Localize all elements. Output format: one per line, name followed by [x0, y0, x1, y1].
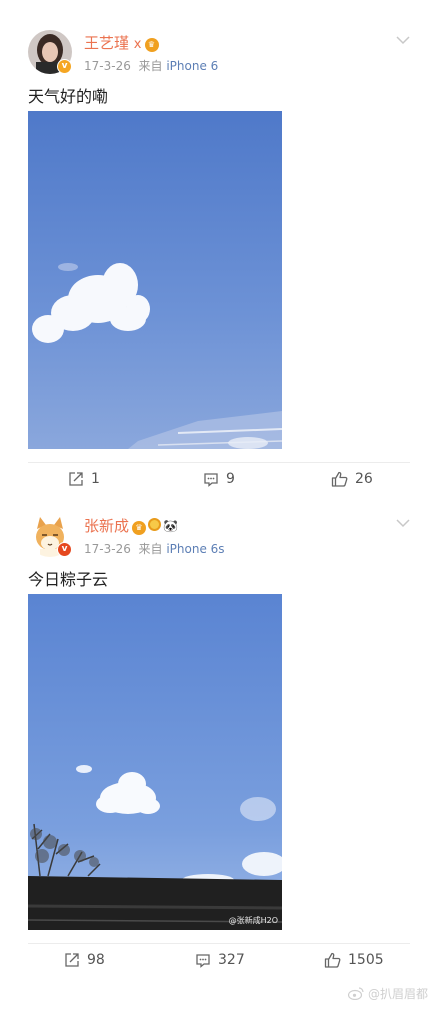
repost-icon — [69, 472, 83, 486]
comment-icon — [204, 473, 218, 487]
comment-button[interactable]: 9 — [203, 471, 235, 487]
post-text: 天气好的嘞 — [28, 87, 109, 106]
post-text: 今日粽子云 — [28, 570, 109, 589]
weibo-logo-icon — [347, 987, 364, 1000]
like-button[interactable]: 1505 — [324, 952, 384, 968]
like-count: 1505 — [348, 952, 384, 968]
action-bar: 1 9 26 — [28, 462, 410, 496]
username[interactable]: 王艺瑾 x ♛ — [84, 32, 159, 53]
repost-button[interactable]: 98 — [64, 952, 105, 968]
like-icon — [331, 471, 348, 487]
watermark-text: @扒眉眉都 — [367, 987, 428, 1001]
member-crown-icon: ♛ — [132, 521, 147, 535]
comment-button[interactable]: 327 — [195, 952, 245, 968]
weibo-post-1: v 王艺瑾 x ♛ 17-3-26 来自 iPhone 6 天气好的嘞 1 9 … — [0, 0, 440, 495]
chevron-down-icon[interactable] — [396, 518, 410, 528]
post-image[interactable]: @张新成H2O — [28, 594, 282, 930]
action-bar: 98 327 1505 — [28, 943, 410, 977]
comment-icon — [196, 954, 210, 968]
repost-button[interactable]: 1 — [68, 471, 100, 487]
like-button[interactable]: 26 — [331, 471, 373, 487]
like-count: 26 — [355, 471, 373, 487]
verified-badge-icon: v — [57, 542, 72, 557]
panda-icon: 🐼 — [163, 519, 178, 533]
comment-count: 327 — [218, 952, 245, 968]
post-meta: 17-3-26 来自 iPhone 6s — [84, 542, 225, 556]
verified-badge-icon: v — [57, 59, 72, 74]
like-icon — [324, 952, 341, 968]
repost-count: 1 — [91, 471, 100, 487]
repost-count: 98 — [87, 952, 105, 968]
medal-icon — [148, 518, 162, 531]
comment-count: 9 — [226, 471, 235, 487]
chevron-down-icon[interactable] — [396, 35, 410, 45]
username[interactable]: 张新成 ♛ 🐼 — [84, 515, 178, 536]
member-crown-icon: ♛ — [144, 38, 159, 52]
photo-watermark: @张新成H2O — [228, 916, 278, 925]
post-meta: 17-3-26 来自 iPhone 6 — [84, 59, 219, 73]
watermark: @扒眉眉都 — [347, 985, 428, 1002]
post-image[interactable] — [28, 111, 282, 449]
weibo-post-2: v 张新成 ♛ 🐼 17-3-26 来自 iPhone 6s 今日粽子云 @张新… — [0, 495, 440, 985]
repost-icon — [65, 953, 79, 967]
